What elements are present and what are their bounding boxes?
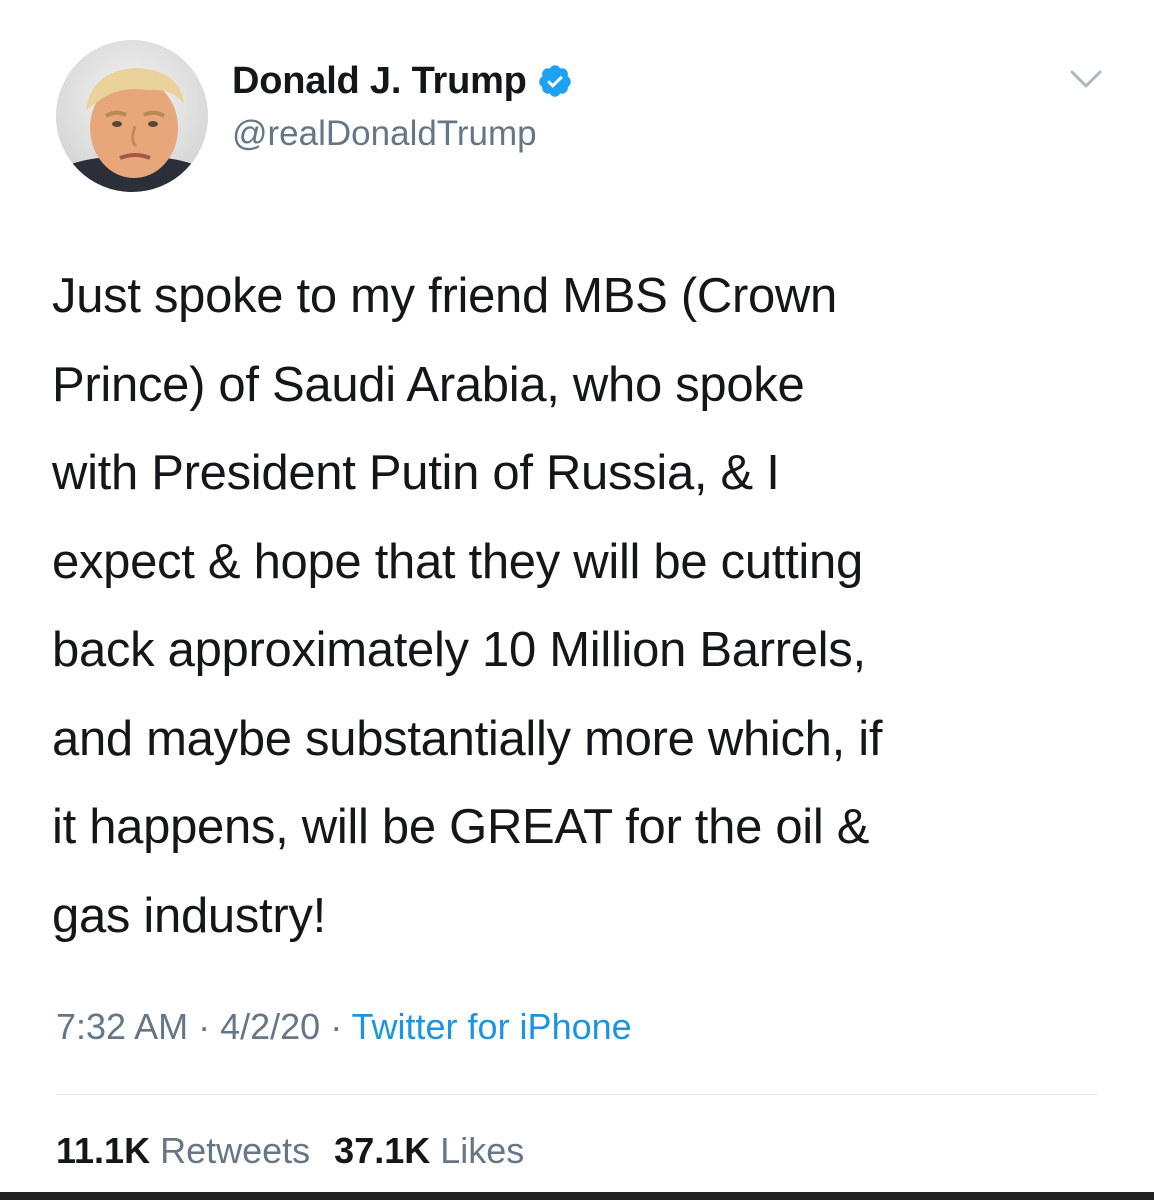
bottom-edge-bar [0, 1192, 1154, 1200]
handle[interactable]: @realDonaldTrump [232, 114, 537, 154]
tweet-source-link[interactable]: Twitter for iPhone [352, 1006, 632, 1047]
verified-badge-icon [537, 63, 573, 99]
avatar-image [56, 40, 208, 192]
chevron-down-icon[interactable] [1066, 64, 1106, 94]
meta-separator: · [320, 1006, 352, 1047]
retweets-count: 11.1K [56, 1130, 151, 1171]
likes-stat[interactable]: 37.1K Likes [334, 1130, 524, 1171]
likes-count: 37.1K [334, 1130, 431, 1171]
tweet-card: Donald J. Trump @realDonaldTrump Just sp… [0, 0, 1154, 1200]
divider [56, 1094, 1098, 1095]
meta-separator: · [188, 1006, 221, 1047]
tweet-date[interactable]: 4/2/20 [220, 1006, 320, 1047]
tweet-stats: 11.1K Retweets 37.1K Likes [56, 1130, 524, 1172]
tweet-meta: 7:32 AM · 4/2/20 · Twitter for iPhone [56, 1006, 632, 1048]
likes-label: Likes [440, 1130, 525, 1171]
tweet-time[interactable]: 7:32 AM [56, 1006, 188, 1047]
display-name[interactable]: Donald J. Trump [232, 60, 527, 103]
tweet-text: Just spoke to my friend MBS (Crown Princ… [52, 269, 883, 943]
avatar[interactable] [56, 40, 208, 192]
retweets-label: Retweets [160, 1130, 311, 1171]
author-name-row[interactable]: Donald J. Trump [232, 56, 573, 106]
retweets-stat[interactable]: 11.1K Retweets [56, 1130, 310, 1171]
